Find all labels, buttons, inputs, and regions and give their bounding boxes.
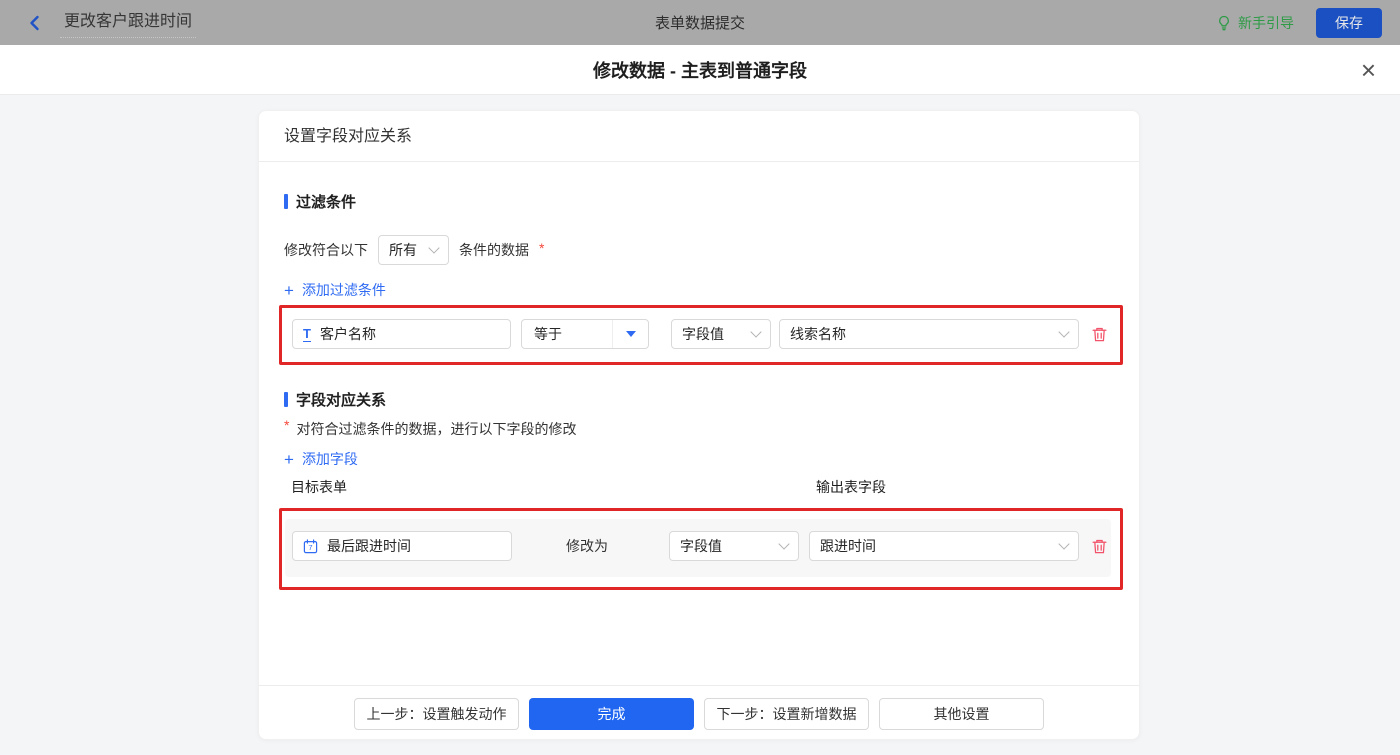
field-mapping-panel: 设置字段对应关系 过滤条件 修改符合以下 所有 条件的数据 * + 添加过滤条件 — [258, 110, 1140, 740]
operator-value: 等于 — [522, 324, 612, 344]
add-filter-condition-label: 添加过滤条件 — [302, 280, 386, 300]
section-bar-icon — [284, 392, 288, 407]
output-field-value: 跟进时间 — [820, 536, 876, 556]
delete-mapping-row-button[interactable] — [1088, 535, 1110, 557]
page-title: 表单数据提交 — [0, 12, 1400, 33]
modify-to-label: 修改为 — [566, 531, 608, 561]
mapping-value-type-value: 字段值 — [680, 536, 722, 556]
calendar-day-text: 7 — [308, 543, 312, 552]
chevron-down-icon — [1058, 326, 1069, 337]
modal-title: 修改数据 - 主表到普通字段 — [593, 57, 807, 83]
condition-scope-value: 所有 — [389, 240, 417, 260]
section-bar-icon — [284, 194, 288, 209]
add-filter-condition-link[interactable]: + 添加过滤条件 — [284, 280, 386, 300]
condition-suffix: 条件的数据 — [459, 240, 529, 260]
plus-icon: + — [284, 451, 294, 468]
caret-down-icon — [626, 331, 636, 337]
chevron-down-icon — [1058, 538, 1069, 549]
prev-step-button[interactable]: 上一步：设置触发动作 — [354, 698, 519, 730]
mapping-note: * 对符合过滤条件的数据，进行以下字段的修改 — [284, 419, 576, 439]
value-type-select[interactable]: 字段值 — [671, 319, 771, 349]
compare-value: 线索名称 — [790, 324, 846, 344]
filter-field-value: 客户名称 — [320, 324, 376, 344]
column-header-target-form: 目标表单 — [291, 477, 347, 497]
add-field-label: 添加字段 — [302, 449, 358, 469]
trash-icon — [1091, 538, 1108, 555]
filter-section-label: 过滤条件 — [296, 191, 356, 212]
target-field-value: 最后跟进时间 — [327, 536, 411, 556]
modal-body: 设置字段对应关系 过滤条件 修改符合以下 所有 条件的数据 * + 添加过滤条件 — [0, 95, 1400, 755]
topbar: 更改客户跟进时间 表单数据提交 新手引导 保存 — [0, 0, 1400, 45]
topbar-right: 新手引导 保存 — [1216, 8, 1382, 38]
output-field-select[interactable]: 跟进时间 — [809, 531, 1079, 561]
beginner-guide-label: 新手引导 — [1238, 13, 1294, 33]
beginner-guide-link[interactable]: 新手引导 — [1216, 13, 1294, 33]
column-header-output-field: 输出表字段 — [816, 477, 886, 497]
mapping-section-title: 字段对应关系 — [284, 389, 386, 410]
operator-select[interactable]: 等于 — [521, 319, 649, 349]
modal-header: 修改数据 - 主表到普通字段 × — [0, 45, 1400, 95]
required-mark: * — [539, 240, 544, 256]
chevron-down-icon — [778, 538, 789, 549]
chevron-down-icon — [750, 326, 761, 337]
plus-icon: + — [284, 282, 294, 299]
condition-prefix: 修改符合以下 — [284, 240, 368, 260]
back-button[interactable] — [26, 14, 44, 32]
operator-trigger[interactable] — [612, 320, 648, 348]
mapping-note-text: 对符合过滤条件的数据，进行以下字段的修改 — [296, 419, 576, 439]
filter-field-input[interactable]: T 客户名称 — [292, 319, 511, 349]
calendar-icon: 7 — [303, 539, 318, 554]
lightbulb-icon — [1216, 15, 1232, 31]
filter-section-title: 过滤条件 — [284, 191, 356, 212]
mapping-value-type-select[interactable]: 字段值 — [669, 531, 799, 561]
text-field-icon: T — [303, 327, 311, 342]
delete-filter-row-button[interactable] — [1088, 323, 1110, 345]
required-mark: * — [284, 417, 289, 433]
close-icon[interactable]: × — [1361, 57, 1376, 83]
topbar-left: 更改客户跟进时间 — [26, 7, 196, 38]
trash-icon — [1091, 326, 1108, 343]
filter-condition-row: 修改符合以下 所有 条件的数据 * — [284, 235, 544, 265]
other-settings-button[interactable]: 其他设置 — [879, 698, 1044, 730]
flow-title-input[interactable]: 更改客户跟进时间 — [60, 7, 196, 38]
chevron-down-icon — [428, 242, 439, 253]
screen: 更改客户跟进时间 表单数据提交 新手引导 保存 修改数据 - 主表到普通字段 ×… — [0, 0, 1400, 755]
save-button[interactable]: 保存 — [1316, 8, 1382, 38]
next-step-button[interactable]: 下一步：设置新增数据 — [704, 698, 869, 730]
target-field-input[interactable]: 7 最后跟进时间 — [292, 531, 512, 561]
done-button[interactable]: 完成 — [529, 698, 694, 730]
value-type-value: 字段值 — [682, 324, 724, 344]
add-field-link[interactable]: + 添加字段 — [284, 449, 358, 469]
condition-scope-select[interactable]: 所有 — [378, 235, 449, 265]
panel-footer: 上一步：设置触发动作 完成 下一步：设置新增数据 其他设置 — [259, 685, 1139, 739]
chevron-left-icon — [26, 14, 44, 32]
panel-title: 设置字段对应关系 — [259, 111, 1139, 162]
mapping-section-label: 字段对应关系 — [296, 389, 386, 410]
compare-value-select[interactable]: 线索名称 — [779, 319, 1079, 349]
